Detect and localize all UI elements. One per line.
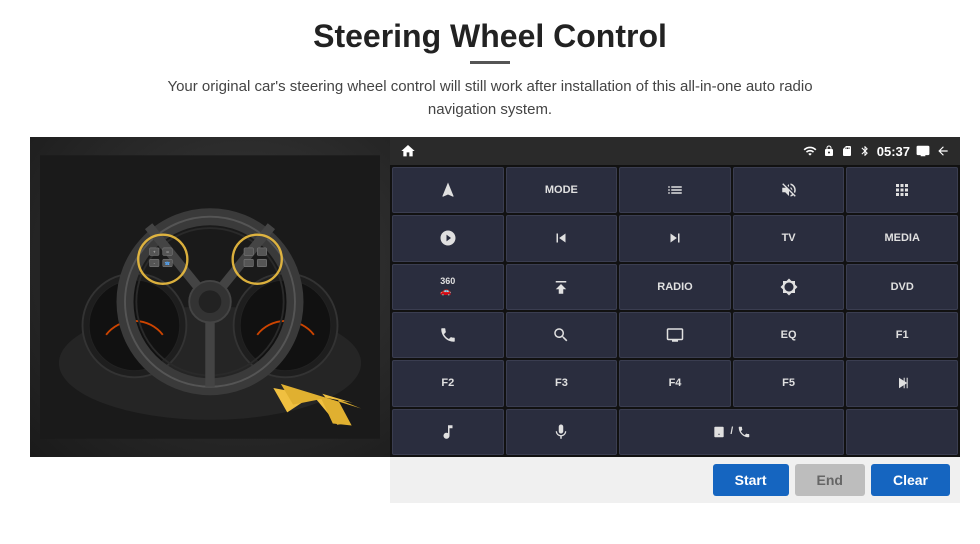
status-left [400,143,416,159]
button-grid: MODE [390,165,960,457]
status-bar: 05:37 [390,137,960,165]
btn-next[interactable] [619,215,731,261]
svg-text:☎: ☎ [165,261,171,267]
head-unit-wrapper: 05:37 MODE [390,137,960,503]
display-icon [916,144,930,158]
btn-f2[interactable]: F2 [392,360,504,406]
btn-settings-circle[interactable] [392,215,504,261]
btn-radio[interactable]: RADIO [619,264,731,310]
btn-f3[interactable]: F3 [506,360,618,406]
btn-apps[interactable] [846,167,958,213]
action-bar: Start End Clear [390,457,960,503]
status-time: 05:37 [877,144,910,159]
sd-icon [841,145,853,157]
lock-icon [823,145,835,157]
steering-wheel-bg: km/h [30,137,390,457]
bluetooth-icon [859,145,871,157]
btn-mute[interactable] [733,167,845,213]
title-divider [470,61,510,64]
btn-screen[interactable] [619,312,731,358]
page-container: Steering Wheel Control Your original car… [0,0,980,544]
wifi-icon [803,144,817,158]
btn-vol-phone[interactable]: / [619,409,844,455]
page-subtitle: Your original car's steering wheel contr… [140,76,840,121]
car-image: km/h [30,137,390,457]
btn-prev[interactable] [506,215,618,261]
content-area: km/h [30,137,950,503]
btn-eject[interactable] [506,264,618,310]
svg-text:+: + [153,251,156,256]
btn-f4[interactable]: F4 [619,360,731,406]
btn-mode[interactable]: MODE [506,167,618,213]
btn-brightness[interactable] [733,264,845,310]
btn-f1[interactable]: F1 [846,312,958,358]
end-button[interactable]: End [795,464,865,496]
btn-search[interactable] [506,312,618,358]
btn-navigate[interactable] [392,167,504,213]
btn-empty[interactable] [846,409,958,455]
btn-phone[interactable] [392,312,504,358]
svg-text:≈: ≈ [166,251,169,256]
clear-button[interactable]: Clear [871,464,950,496]
btn-eq[interactable]: EQ [733,312,845,358]
btn-tv[interactable]: TV [733,215,845,261]
btn-360-car[interactable]: 360🚗 [392,264,504,310]
status-right: 05:37 [803,144,950,159]
btn-f5[interactable]: F5 [733,360,845,406]
btn-list[interactable] [619,167,731,213]
btn-play-pause[interactable] [846,360,958,406]
btn-mic[interactable] [506,409,618,455]
btn-dvd[interactable]: DVD [846,264,958,310]
btn-media[interactable]: MEDIA [846,215,958,261]
start-button[interactable]: Start [713,464,789,496]
steering-wheel-illustration: km/h [40,147,380,447]
btn-music[interactable] [392,409,504,455]
page-title: Steering Wheel Control [313,18,667,55]
head-unit: 05:37 MODE [390,137,960,457]
home-icon [400,143,416,159]
back-icon [936,144,950,158]
